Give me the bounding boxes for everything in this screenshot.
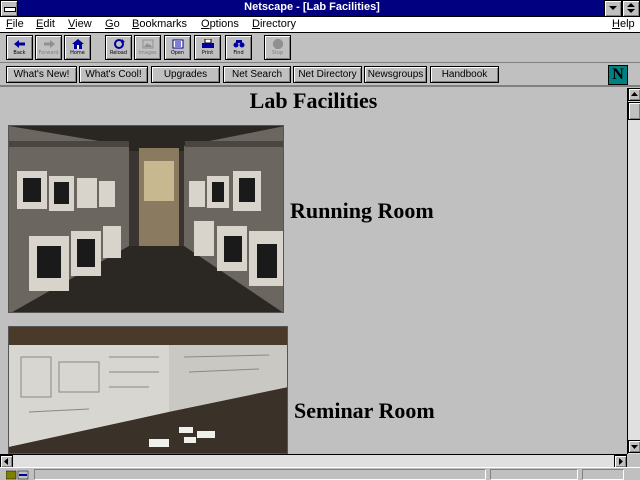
netscape-logo[interactable]: N (608, 65, 628, 85)
open-icon (172, 39, 184, 49)
page-content: Lab Facilities Running Room Seminar Room (0, 88, 627, 454)
forward-button[interactable]: Forward (35, 35, 62, 60)
upgrades-button[interactable]: Upgrades (151, 66, 220, 83)
toolbar: Back Forward Home Reload Images Open Pri… (0, 33, 640, 63)
running-room-image (9, 126, 283, 312)
images-label: Images (138, 50, 157, 56)
newsgroups-button[interactable]: Newsgroups (364, 66, 427, 83)
status-message (34, 469, 486, 480)
back-label: Back (13, 50, 26, 56)
seminar-room-photo (8, 326, 288, 454)
print-icon (202, 39, 214, 48)
menu-file[interactable]: File (6, 18, 24, 30)
net-search-button[interactable]: Net Search (223, 66, 291, 83)
open-button[interactable]: Open (164, 35, 191, 60)
find-button[interactable]: Find (225, 35, 252, 60)
window-title: Netscape - [Lab Facilities] (244, 1, 380, 13)
menu-edit[interactable]: Edit (36, 18, 55, 30)
net-directory-button[interactable]: Net Directory (293, 66, 362, 83)
title-bar: Netscape - [Lab Facilities] (0, 0, 640, 17)
find-label: Find (233, 50, 244, 56)
system-menu-button[interactable] (0, 0, 18, 17)
menu-options[interactable]: Options (201, 18, 239, 30)
scroll-up-button[interactable] (628, 88, 640, 101)
menu-view[interactable]: View (68, 18, 92, 30)
whats-cool-button[interactable]: What's Cool! (79, 66, 148, 83)
scroll-right-icon (619, 458, 623, 465)
open-label: Open (170, 50, 185, 56)
forward-label: Forward (38, 50, 59, 56)
menu-bookmarks[interactable]: Bookmarks (132, 18, 187, 30)
scrollbar-corner (627, 454, 640, 467)
home-icon (72, 39, 84, 49)
handbook-button[interactable]: Handbook (430, 66, 499, 83)
seminar-room-caption: Seminar Room (294, 398, 435, 423)
images-button[interactable]: Images (134, 35, 161, 60)
menu-bar: File Edit View Go Bookmarks Options Dire… (0, 17, 640, 33)
reload-icon (114, 39, 125, 49)
vertical-scroll-thumb[interactable] (628, 102, 640, 120)
back-arrow-icon (14, 40, 25, 48)
running-room-caption: Running Room (290, 198, 434, 223)
menu-directory[interactable]: Directory (252, 18, 296, 30)
status-bar (0, 467, 640, 480)
status-extra (582, 469, 624, 480)
back-button[interactable]: Back (6, 35, 33, 60)
maximize-button[interactable] (622, 0, 640, 17)
horizontal-scrollbar[interactable] (0, 454, 627, 468)
scroll-down-button[interactable] (628, 440, 640, 453)
stop-icon (273, 39, 283, 49)
images-icon (142, 39, 154, 49)
reload-button[interactable]: Reload (105, 35, 132, 60)
directory-button-bar: What's New! What's Cool! Upgrades Net Se… (0, 63, 640, 87)
security-key-icon (6, 470, 29, 480)
page-heading: Lab Facilities (249, 88, 378, 113)
home-button[interactable]: Home (64, 35, 91, 60)
scroll-up-icon (631, 92, 638, 96)
minimize-icon (609, 6, 617, 10)
print-label: Print (201, 50, 214, 56)
minimize-button[interactable] (604, 0, 622, 17)
seminar-room-image (9, 327, 287, 453)
print-button[interactable]: Print (194, 35, 221, 60)
scroll-down-icon (631, 445, 638, 449)
stop-button[interactable]: Stop (264, 35, 291, 60)
menu-help[interactable]: Help (612, 18, 635, 30)
progress-bar (490, 469, 578, 480)
reload-label: Reload (109, 50, 127, 56)
scroll-left-icon (4, 458, 8, 465)
forward-arrow-icon (44, 40, 55, 48)
whats-new-button[interactable]: What's New! (6, 66, 77, 83)
running-room-photo (8, 125, 284, 313)
stop-label: Stop (271, 50, 284, 56)
find-icon (233, 40, 245, 48)
menu-go[interactable]: Go (105, 18, 120, 30)
maximize-icon (627, 3, 635, 7)
home-label: Home (70, 50, 85, 56)
vertical-scrollbar[interactable] (627, 88, 640, 454)
